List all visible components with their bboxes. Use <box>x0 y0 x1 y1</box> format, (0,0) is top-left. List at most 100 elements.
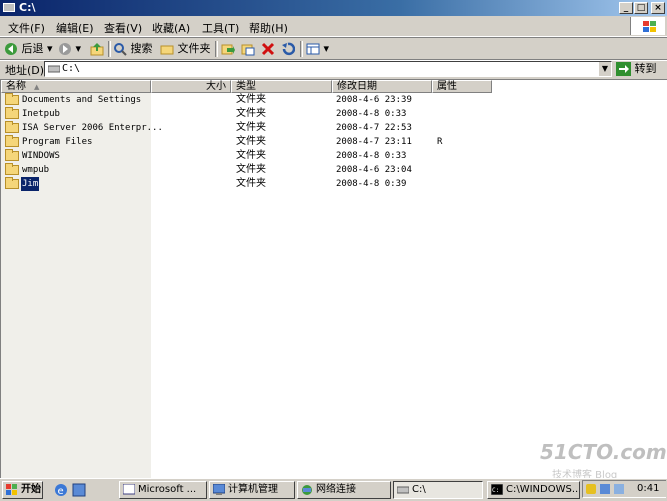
menu-help[interactable]: 帮助(H) <box>249 20 288 36</box>
move-to-button[interactable] <box>221 41 235 57</box>
delete-button[interactable] <box>261 41 275 57</box>
console-window-icon <box>123 484 135 495</box>
close-button[interactable]: × <box>651 2 665 14</box>
file-modified: 2008-4-7 23:11 <box>336 137 412 147</box>
file-modified: 2008-4-7 22:53 <box>336 123 412 133</box>
drive-icon <box>397 486 409 494</box>
views-icon <box>306 43 320 55</box>
column-header-size[interactable]: 大小 <box>151 80 231 93</box>
file-name: Jim <box>21 177 40 191</box>
file-modified: 2008-4-6 23:04 <box>336 165 412 175</box>
undo-button[interactable] <box>281 41 295 57</box>
network-status-icon[interactable] <box>600 484 610 494</box>
column-header-modified[interactable]: 修改日期 <box>332 80 432 93</box>
file-row[interactable]: Jim 文件夹 2008-4-8 0:39 <box>1 177 661 191</box>
task-network-connections[interactable]: 网络连接 <box>297 481 391 499</box>
back-button[interactable]: 后退 ▾ <box>4 41 53 57</box>
folders-label: 文件夹 <box>177 42 211 55</box>
copy-to-button[interactable] <box>241 41 255 57</box>
folder-icon <box>5 121 19 133</box>
column-header-attributes[interactable]: 属性 <box>432 80 492 93</box>
search-icon <box>114 43 127 56</box>
network-icon <box>302 485 312 495</box>
undo-icon <box>282 42 295 56</box>
file-row[interactable]: ISA Server 2006 Enterpr... 文件夹 2008-4-7 22… <box>1 121 661 135</box>
forward-arrow-icon <box>59 43 71 55</box>
folders-button[interactable]: 文件夹 <box>160 41 211 57</box>
folder-icon <box>5 163 19 175</box>
file-row[interactable]: Inetpub 文件夹 2008-4-8 0:33 <box>1 107 661 121</box>
file-name: Documents and Settings <box>22 95 142 105</box>
file-modified: 2008-4-8 0:33 <box>336 151 407 161</box>
menu-favorites[interactable]: 收藏(A) <box>152 20 190 36</box>
file-type: 文件夹 <box>236 150 266 161</box>
file-type: 文件夹 <box>236 94 266 105</box>
security-shield-icon[interactable] <box>586 484 596 494</box>
windows-flag-icon <box>6 484 17 495</box>
address-label: 地址(D) <box>5 64 45 77</box>
file-name: WINDOWS <box>22 151 60 161</box>
maximize-button[interactable]: □ <box>634 2 648 14</box>
window-title: C:\ <box>19 1 36 14</box>
address-value: C:\ <box>62 63 81 74</box>
menu-view[interactable]: 查看(V) <box>104 20 142 36</box>
volume-icon[interactable] <box>614 484 624 494</box>
explorer-quicklaunch-icon[interactable] <box>72 483 86 500</box>
views-button[interactable]: ▾ <box>306 41 329 57</box>
folder-icon <box>5 107 19 119</box>
file-row[interactable]: Documents and Settings 文件夹 2008-4-6 23:39 <box>1 93 661 107</box>
svg-text:C:: C: <box>492 487 499 494</box>
folder-icon <box>160 45 174 55</box>
folder-icon <box>5 149 19 161</box>
address-dropdown-button[interactable]: ▼ <box>598 62 611 76</box>
file-name: wmpub <box>22 165 50 175</box>
go-arrow-icon <box>616 62 631 76</box>
copy-to-icon <box>241 44 255 56</box>
back-label: 后退 <box>21 42 44 55</box>
task-microsoft[interactable]: Microsoft ... <box>119 481 207 499</box>
file-row[interactable]: WINDOWS 文件夹 2008-4-8 0:33 <box>1 149 661 163</box>
search-button[interactable]: 搜索 <box>113 41 153 57</box>
svg-text:e: e <box>58 486 64 497</box>
back-arrow-icon <box>5 43 17 55</box>
taskbar: 开始 e Microsoft ... 计算机管理 网络连接 C:\ C: C:\… <box>0 478 667 501</box>
start-button[interactable]: 开始 <box>2 481 43 499</box>
task-cmd-windows[interactable]: C: C:\WINDOWS... <box>487 481 580 499</box>
forward-button[interactable]: ▾ <box>58 41 81 57</box>
go-button[interactable]: 转到 <box>616 60 657 77</box>
file-attributes: R <box>437 137 443 147</box>
menu-file[interactable]: 文件(F) <box>8 20 45 36</box>
file-type: 文件夹 <box>236 136 266 147</box>
menu-edit[interactable]: 编辑(E) <box>56 20 94 36</box>
drive-icon <box>3 3 15 12</box>
file-type: 文件夹 <box>236 122 266 133</box>
column-header-name[interactable]: 名称 ▲ <box>1 80 151 93</box>
ie-quicklaunch-icon[interactable]: e <box>54 483 68 500</box>
menu-tools[interactable]: 工具(T) <box>202 20 239 36</box>
file-row[interactable]: wmpub 文件夹 2008-4-6 23:04 <box>1 163 661 177</box>
menu-bar: 文件(F) 编辑(E) 查看(V) 收藏(A) 工具(T) 帮助(H) <box>0 16 667 37</box>
folder-icon <box>5 93 19 105</box>
folder-icon <box>5 177 19 189</box>
file-modified: 2008-4-8 0:33 <box>336 109 407 119</box>
system-tray: 0:41 <box>582 480 666 498</box>
title-bar[interactable]: C:\ _ □ × <box>0 0 667 16</box>
drive-icon <box>48 65 60 73</box>
file-type: 文件夹 <box>236 164 266 175</box>
minimize-button[interactable]: _ <box>619 2 633 14</box>
command-prompt-icon: C: <box>491 484 503 495</box>
watermark-logo: 51CTO.com <box>540 440 667 464</box>
search-label: 搜索 <box>130 42 153 55</box>
up-folder-button[interactable] <box>90 41 104 57</box>
file-modified: 2008-4-8 0:39 <box>336 179 407 189</box>
address-input[interactable]: C:\ ▼ <box>44 61 612 77</box>
file-type: 文件夹 <box>236 178 266 189</box>
task-c-drive[interactable]: C:\ <box>393 481 483 499</box>
column-header-type[interactable]: 类型 <box>231 80 332 93</box>
clock: 0:41 <box>637 483 660 494</box>
file-name: Program Files <box>22 137 93 147</box>
toolbar: 后退 ▾ ▾ 搜索 文件夹 ▾ <box>0 37 667 61</box>
file-modified: 2008-4-6 23:39 <box>336 95 412 105</box>
task-computer-management[interactable]: 计算机管理 <box>209 481 295 499</box>
file-row[interactable]: Program Files 文件夹 2008-4-7 23:11 R <box>1 135 661 149</box>
